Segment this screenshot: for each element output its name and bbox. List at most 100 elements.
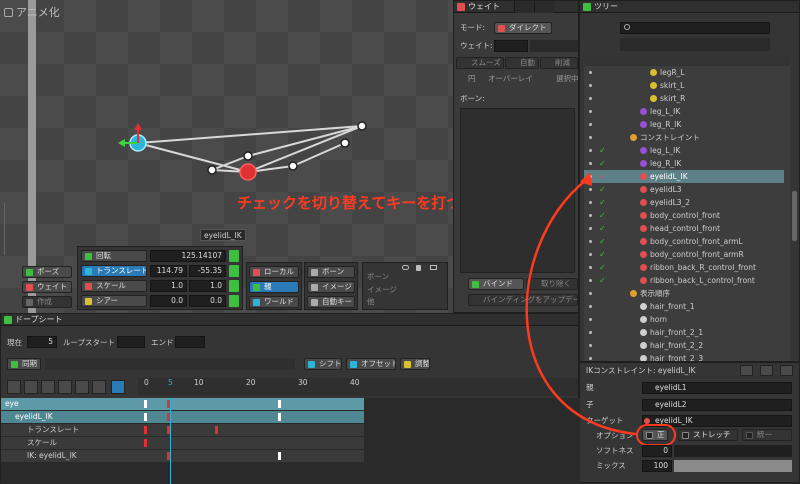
visibility-dot[interactable] (589, 110, 592, 113)
key[interactable] (144, 400, 147, 408)
ik-mix-field[interactable]: 100 (642, 460, 672, 472)
tree-item[interactable]: hair_front_2_2 (584, 339, 784, 352)
visibility-dot[interactable] (589, 175, 592, 178)
visibility-dot[interactable] (589, 136, 592, 139)
tree-item[interactable]: ✓ eyelidL_IK (584, 170, 784, 183)
tree-item[interactable]: ✓ head_control_front (584, 222, 784, 235)
rotate-button[interactable]: 回転 (81, 250, 147, 262)
remove-button[interactable]: 取り除く (526, 278, 578, 290)
shear-button[interactable]: シアー (81, 295, 147, 307)
visibility-dot[interactable] (589, 305, 592, 308)
tree-item[interactable]: ✓ body_control_front (584, 209, 784, 222)
constraint-checkbox[interactable]: ✓ (599, 237, 607, 246)
tree-item[interactable]: ✓ leg_L_IK (584, 144, 784, 157)
tree-item[interactable]: ✓ eyelidL3 (584, 183, 784, 196)
scale-key-icon[interactable] (229, 280, 239, 292)
visibility-dot[interactable] (589, 97, 592, 100)
adjust-button[interactable]: 調整 (400, 358, 430, 370)
ik-panel-icon-1[interactable] (740, 365, 753, 376)
lock-icon[interactable] (416, 265, 421, 271)
tree-item[interactable]: ✓ ribbon_back_R_control_front (584, 261, 784, 274)
image-display-button[interactable]: イメージ (307, 281, 355, 293)
sync-button[interactable]: 同期 (7, 358, 41, 370)
visibility-dot[interactable] (589, 227, 592, 230)
eye-icon[interactable] (402, 265, 409, 270)
constraint-checkbox[interactable]: ✓ (599, 211, 607, 220)
track-area[interactable]: eye eyelidL_IK トランスレート スケール IK: eyelidL_… (1, 398, 580, 484)
mode-dropdown[interactable]: ダイレクト (494, 22, 552, 34)
tree-item[interactable]: legR_L (584, 66, 784, 79)
constraint-checkbox[interactable]: ✓ (599, 146, 607, 155)
visibility-dot[interactable] (589, 240, 592, 243)
tree-item[interactable]: hair_front_2_1 (584, 326, 784, 339)
timeline-ruler[interactable]: 0 10 20 30 40 5 (138, 378, 578, 396)
shear-x-field[interactable]: 0.0 (150, 295, 187, 307)
loop-button[interactable] (111, 380, 125, 394)
auto-weight-button[interactable]: 自動 (505, 57, 539, 69)
play-reverse-button[interactable] (41, 380, 55, 394)
visibility-dot[interactable] (589, 331, 592, 334)
translate-button[interactable]: トランスレート (81, 265, 147, 277)
key[interactable] (278, 400, 281, 408)
tab-3[interactable] (534, 1, 554, 13)
tree-item[interactable]: ✓ ribbon_back_L_control_front (584, 274, 784, 287)
constraint-checkbox[interactable]: ✓ (599, 159, 607, 168)
weight-field[interactable] (494, 40, 528, 52)
track-scale[interactable]: スケール (1, 437, 364, 449)
tree-item[interactable]: leg_R_IK (584, 118, 784, 131)
ik-panel-icon-3[interactable] (780, 365, 793, 376)
ik-parent-field[interactable]: eyelidL1 (642, 382, 792, 394)
visibility-dot[interactable] (589, 123, 592, 126)
ik-uniform-toggle[interactable]: 統一 (742, 429, 792, 441)
rotate-key-icon[interactable] (229, 250, 239, 262)
translate-key-icon[interactable] (229, 265, 239, 277)
tree-item[interactable]: skirt_L (584, 79, 784, 92)
ik-child-field[interactable]: eyelidL2 (642, 399, 792, 411)
translate-y-field[interactable]: -55.35 (189, 265, 226, 277)
visibility-dot[interactable] (589, 318, 592, 321)
visibility-dot[interactable] (589, 266, 592, 269)
bone-display-button[interactable]: ボーン (307, 266, 355, 278)
tree-search-input[interactable] (620, 22, 770, 34)
visibility-dot[interactable] (589, 279, 592, 282)
smooth-button[interactable]: スムーズ (456, 57, 504, 69)
viewport[interactable]: アニメ化 eyelidL_IK チェックを切り替えてキーを打つ ポーズ ウェイト… (0, 0, 453, 313)
constraint-checkbox[interactable]: ✓ (599, 224, 607, 233)
weight-mode-button[interactable]: ウェイト (22, 281, 72, 293)
last-frame-button[interactable] (92, 380, 106, 394)
weight-slider[interactable] (530, 40, 578, 52)
prune-button[interactable]: 削減 (540, 57, 578, 69)
bind-button[interactable]: バインド (468, 278, 524, 290)
tab-2[interactable] (514, 1, 534, 13)
tree-item[interactable]: コンストレイント (584, 131, 784, 144)
ik-softness-field[interactable]: 0 (642, 445, 672, 457)
tree-scrollbar[interactable] (792, 191, 797, 241)
track-eye[interactable]: eye (1, 398, 364, 410)
tree-list[interactable]: legR_L skirt_L skirt_R leg_L_IK leg_R_IK コンスト… (584, 56, 790, 361)
visibility-dot[interactable] (589, 71, 592, 74)
scale-x-field[interactable]: 1.0 (150, 280, 187, 292)
playhead-line[interactable] (170, 398, 171, 484)
visibility-dot[interactable] (589, 214, 592, 217)
end-field[interactable] (175, 336, 205, 348)
auto-key-button[interactable]: 自動キー (307, 296, 355, 308)
shear-y-field[interactable]: 0.0 (189, 295, 226, 307)
tree-item[interactable]: horn (584, 313, 784, 326)
visibility-dot[interactable] (589, 149, 592, 152)
key[interactable] (278, 452, 281, 460)
constraint-checkbox[interactable]: ✓ (599, 263, 607, 272)
shift-button[interactable]: シフト (304, 358, 342, 370)
tree-item[interactable]: leg_L_IK (584, 105, 784, 118)
play-button[interactable] (58, 380, 72, 394)
bones-list[interactable] (460, 108, 575, 273)
visibility-dot[interactable] (589, 292, 592, 295)
update-binding-button[interactable]: バインディングをアップデート (468, 294, 578, 306)
next-key-button[interactable] (75, 380, 89, 394)
current-frame-field[interactable]: 5 (27, 336, 57, 348)
translate-x-field[interactable]: 114.79 (150, 265, 187, 277)
track-translate[interactable]: トランスレート (1, 424, 364, 436)
track-eyelidL-IK[interactable]: eyelidL_IK (1, 411, 364, 423)
tag-icon[interactable] (430, 265, 437, 270)
tree-item[interactable]: hair_front_2_3 (584, 352, 784, 361)
shear-key-icon[interactable] (229, 295, 239, 307)
